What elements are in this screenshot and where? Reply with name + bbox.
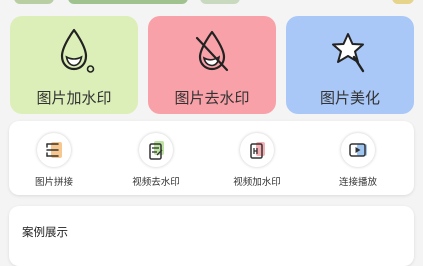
magic-wand-icon bbox=[286, 24, 414, 78]
tool-video-remove-watermark[interactable]: 视频去水印 bbox=[116, 131, 196, 191]
tile-label: 图片加水印 bbox=[36, 89, 112, 107]
play-link-icon bbox=[341, 133, 375, 167]
video-clean-icon bbox=[139, 133, 173, 167]
no-water-drop-icon bbox=[148, 24, 276, 78]
collage-icon bbox=[37, 133, 71, 167]
tool-label: 视频加水印 bbox=[233, 177, 281, 188]
tool-label: 连接播放 bbox=[338, 177, 377, 188]
tool-image-stitch[interactable]: 图片拼接 bbox=[14, 131, 94, 191]
tools-panel: 图片拼接 视频去水印 视频加水印 连接播放 bbox=[9, 121, 414, 195]
top-cropped-strip bbox=[0, 0, 423, 6]
tool-link-play[interactable]: 连接播放 bbox=[318, 131, 398, 191]
tile-image-remove-watermark[interactable]: 图片去水印 bbox=[148, 16, 276, 114]
water-drop-icon bbox=[10, 24, 138, 78]
case-showcase-section: 案例展示 bbox=[9, 206, 414, 266]
tool-video-add-watermark[interactable]: 视频加水印 bbox=[217, 131, 297, 191]
tool-label: 视频去水印 bbox=[132, 177, 180, 188]
tile-label: 图片美化 bbox=[319, 89, 380, 107]
tile-label: 图片去水印 bbox=[174, 89, 250, 107]
tool-label: 图片拼接 bbox=[34, 177, 73, 188]
case-section-title: 案例展示 bbox=[22, 225, 68, 239]
video-watermark-icon bbox=[240, 133, 274, 167]
tile-image-add-watermark[interactable]: 图片加水印 bbox=[10, 16, 138, 114]
tile-image-beautify[interactable]: 图片美化 bbox=[286, 16, 414, 114]
